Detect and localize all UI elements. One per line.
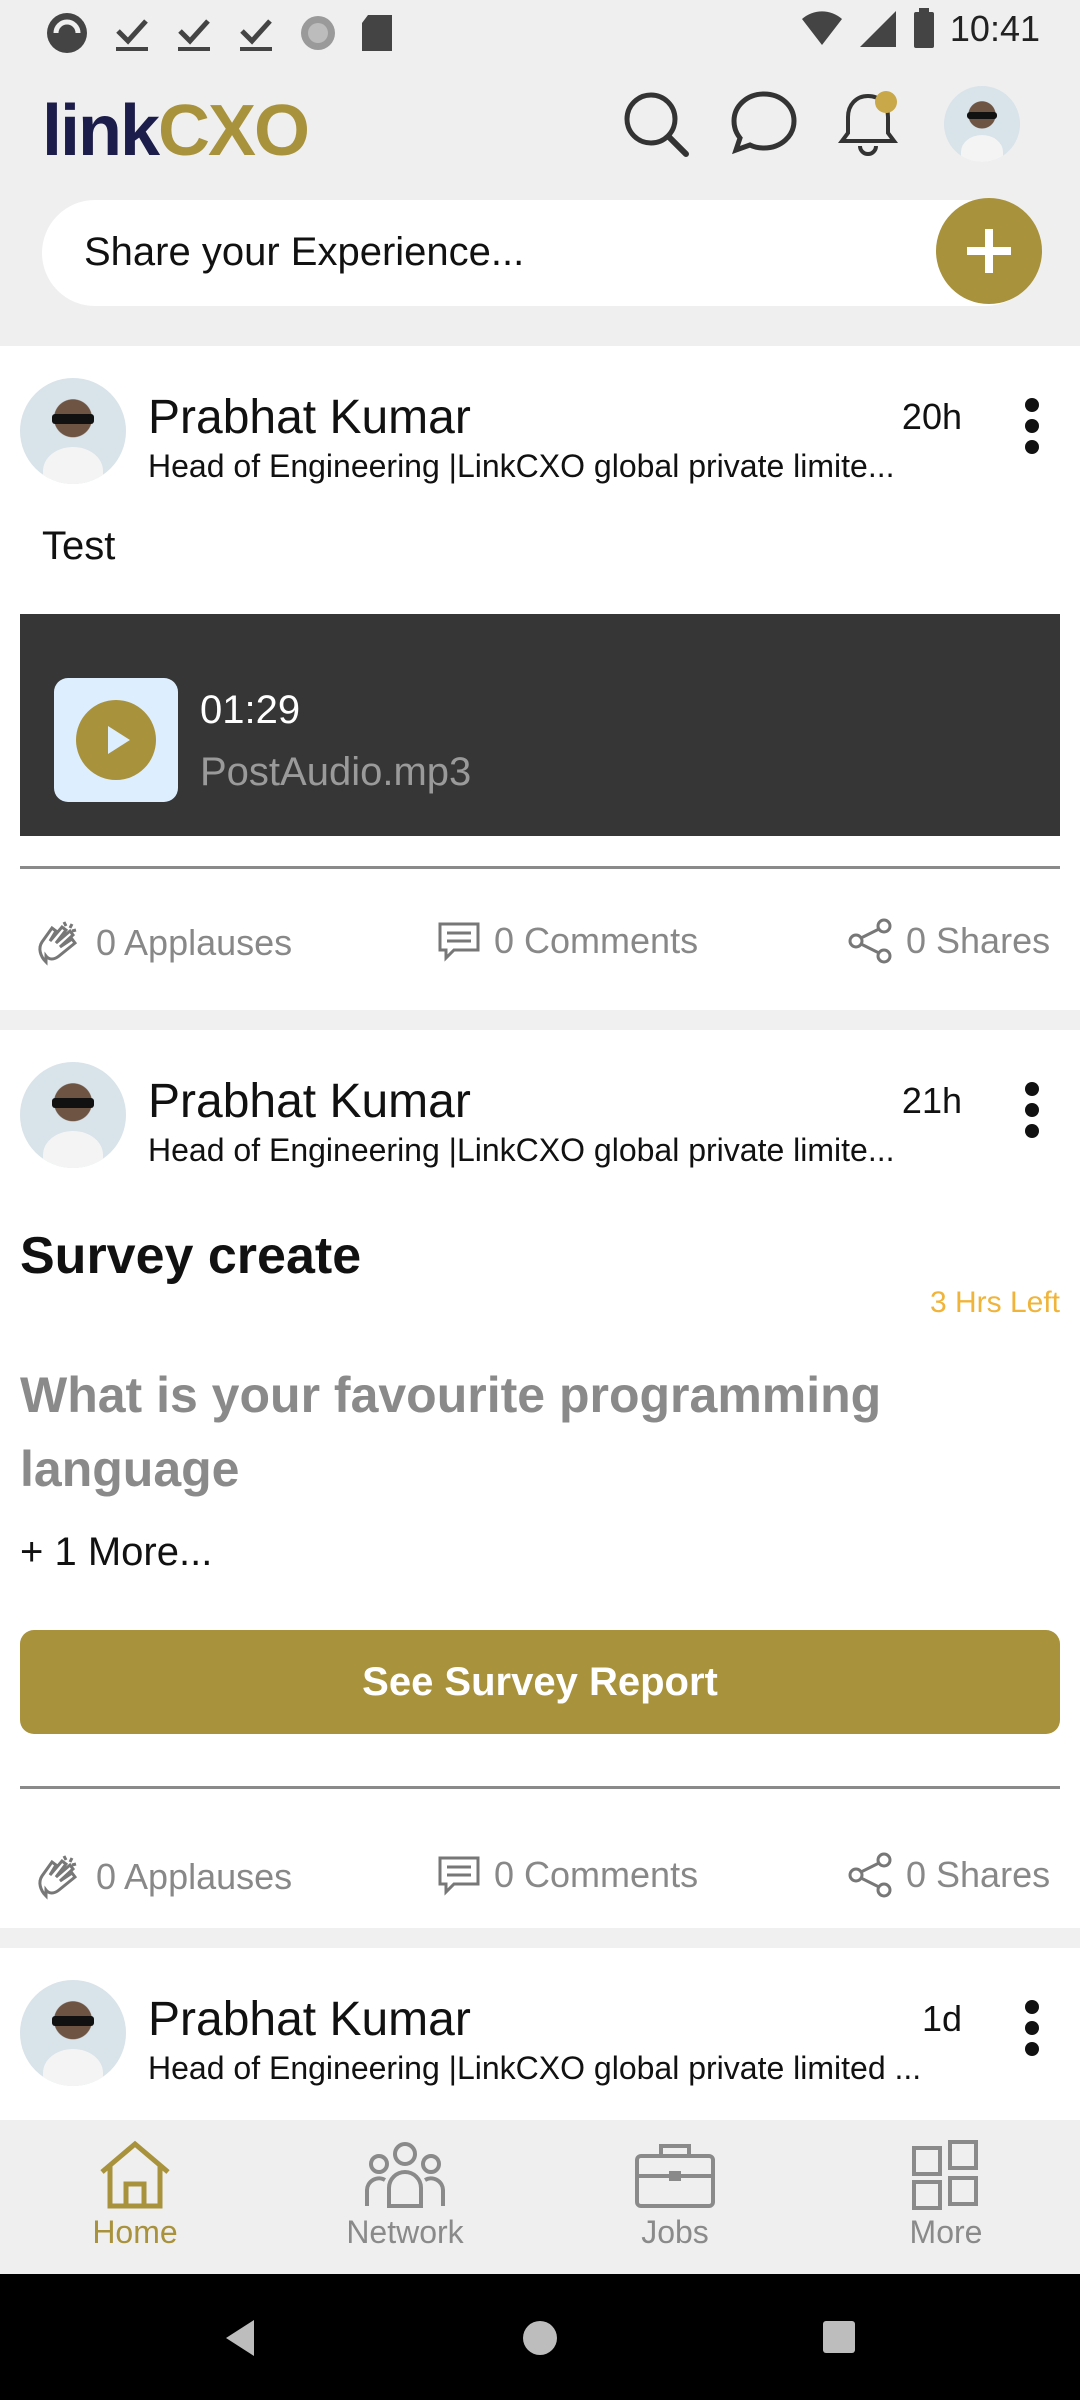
check-download-icon (116, 19, 148, 51)
author-avatar[interactable] (20, 378, 126, 484)
profile-avatar[interactable] (944, 86, 1020, 162)
post-actions: 0 Applauses 0 Comments 0 Shares (0, 1836, 1080, 1916)
divider (20, 1786, 1060, 1789)
applause-count: 0 Applauses (96, 922, 293, 963)
bell-icon[interactable] (830, 86, 906, 162)
chat-icon[interactable] (726, 86, 802, 162)
share-icon (848, 1852, 892, 1898)
network-icon (365, 2142, 445, 2208)
share-experience-input[interactable]: Share your Experience... (42, 198, 1042, 306)
post-time: 1d (921, 1998, 962, 2039)
applause-icon (38, 921, 78, 966)
comment-icon (438, 922, 480, 962)
status-right-icons: 10:41 (800, 8, 1040, 50)
author-title: Head of Engineering |LinkCXO global priv… (148, 448, 895, 484)
post-menu-button[interactable] (1024, 2000, 1040, 2056)
nav-label: Network (346, 2214, 464, 2250)
comment-button[interactable]: 0 Comments (436, 918, 698, 964)
nav-home[interactable]: Home (55, 2138, 215, 2251)
home-icon (100, 2140, 170, 2209)
applause-button[interactable]: 0 Applauses (34, 918, 292, 968)
applause-button[interactable]: 0 Applauses (34, 1852, 292, 1902)
nav-label: More (909, 2214, 983, 2250)
check-download-icon (240, 19, 272, 51)
nav-network[interactable]: Network (325, 2138, 485, 2251)
post-menu-button[interactable] (1024, 398, 1040, 454)
wifi-icon (801, 11, 842, 45)
share-icon (848, 918, 892, 964)
author-avatar[interactable] (20, 1980, 126, 2086)
audio-duration: 01:29 (200, 688, 301, 732)
comment-count: 0 Comments (494, 920, 699, 961)
see-survey-report-button[interactable]: See Survey Report (20, 1630, 1060, 1734)
sync-circle-icon (301, 16, 335, 50)
plus-icon (967, 229, 1011, 273)
applause-count: 0 Applauses (96, 1856, 293, 1897)
status-time: 10:41 (949, 8, 1040, 49)
survey-more-link[interactable]: + 1 More... (20, 1530, 212, 1575)
share-button[interactable]: 0 Shares (848, 1852, 1050, 1898)
post-text: Test (42, 524, 116, 568)
linkcxo-logo[interactable]: linkCXO (42, 90, 310, 172)
author-name[interactable]: Prabhat Kumar (148, 1074, 471, 1129)
bottom-nav: Home Network Jobs More (0, 2120, 1080, 2274)
comment-count: 0 Comments (494, 1854, 699, 1895)
app-header: linkCXO Share your Experience... (0, 66, 1080, 346)
comment-button[interactable]: 0 Comments (436, 1852, 698, 1898)
home-circle-icon[interactable] (522, 2320, 558, 2356)
signal-icon (859, 11, 896, 47)
status-bar: 10:41 (0, 0, 1080, 66)
share-count: 0 Shares (906, 1854, 1051, 1895)
status-left-icons (44, 10, 394, 56)
survey-title: Survey create (20, 1227, 362, 1285)
nav-jobs[interactable]: Jobs (595, 2138, 755, 2251)
author-avatar[interactable] (20, 1062, 126, 1168)
author-title: Head of Engineering |LinkCXO global priv… (148, 1132, 895, 1168)
nav-label: Jobs (641, 2214, 709, 2250)
post-time: 20h (901, 396, 962, 437)
nav-more[interactable]: More (866, 2138, 1026, 2251)
back-icon[interactable] (222, 2318, 258, 2358)
author-title: Head of Engineering |LinkCXO global priv… (148, 2050, 922, 2086)
recents-icon[interactable] (822, 2320, 856, 2354)
comment-icon (438, 1856, 480, 1896)
audio-player[interactable]: 01:29 PostAudio.mp3 (20, 614, 1060, 836)
post-card-audio: Prabhat Kumar Head of Engineering |LinkC… (0, 346, 1080, 1010)
play-button[interactable] (54, 678, 178, 802)
app-badge-icon (47, 13, 87, 53)
author-name[interactable]: Prabhat Kumar (148, 1992, 471, 2047)
share-count: 0 Shares (906, 920, 1051, 961)
survey-question: What is your favourite programming langu… (20, 1367, 882, 1497)
briefcase-icon (635, 2144, 715, 2208)
add-post-button[interactable] (936, 198, 1042, 304)
survey-time-left: 3 Hrs Left (929, 1286, 1060, 1319)
check-download-icon (178, 19, 210, 51)
battery-icon (913, 8, 934, 48)
author-name[interactable]: Prabhat Kumar (148, 390, 471, 445)
share-button[interactable]: 0 Shares (848, 918, 1050, 964)
share-placeholder: Share your Experience... (84, 230, 525, 274)
system-nav-bar (0, 2274, 1080, 2400)
nav-label: Home (92, 2214, 178, 2250)
post-time: 21h (901, 1080, 962, 1121)
play-icon (76, 700, 156, 780)
audio-filename: PostAudio.mp3 (200, 750, 472, 794)
sd-card-icon (362, 15, 392, 51)
search-icon[interactable] (618, 86, 694, 162)
post-card-partial: Prabhat Kumar Head of Engineering |LinkC… (0, 1948, 1080, 2120)
grid-icon (912, 2140, 978, 2210)
divider (20, 866, 1060, 869)
post-card-survey: Prabhat Kumar Head of Engineering |LinkC… (0, 1030, 1080, 1928)
applause-icon (38, 1855, 78, 1900)
post-menu-button[interactable] (1024, 1082, 1040, 1138)
post-actions: 0 Applauses 0 Comments 0 Shares (0, 902, 1080, 982)
